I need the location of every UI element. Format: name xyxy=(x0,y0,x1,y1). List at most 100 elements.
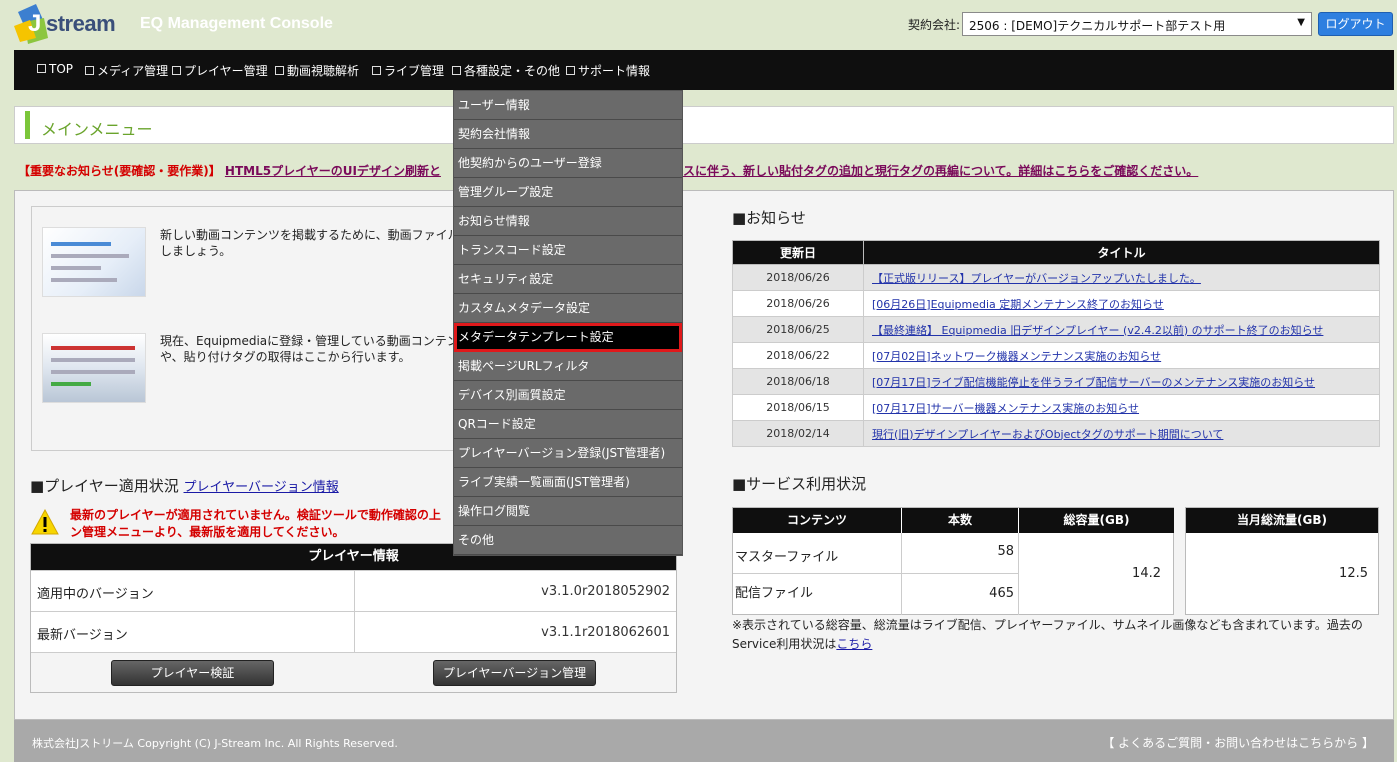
menu-item-custom-metadata[interactable]: カスタムメタデータ設定 xyxy=(454,294,682,323)
row-value: v3.1.1r2018062601 xyxy=(541,625,670,640)
menu-item-player-version-register[interactable]: プレイヤーバージョン登録(JST管理者) xyxy=(454,439,682,468)
nav-label: 各種設定・その他 xyxy=(464,64,561,78)
nav-label: メディア管理 xyxy=(97,64,169,78)
news-title-cell: [07月17日]サーバー機器メンテナンス実施のお知らせ xyxy=(863,394,1380,421)
logo-text: stream xyxy=(46,11,116,36)
media-text-1: 現在、Equipmediaに登録・管理している動画コンテンツ xyxy=(160,334,471,348)
main-menu-title: メインメニュー xyxy=(41,120,153,139)
news-title-cell: 現行(旧)デザインプレイヤーおよびObjectタグのサポート期間について xyxy=(863,420,1380,447)
nav-top[interactable]: TOP xyxy=(37,62,73,76)
menu-item-company-info[interactable]: 契約会社情報 xyxy=(454,120,682,149)
news-title: ■お知らせ xyxy=(732,209,806,227)
news-date: 2018/06/25 xyxy=(732,316,864,343)
service-usage-title: ■サービス利用状況 xyxy=(732,475,867,493)
row-value: v3.1.0r2018052902 xyxy=(541,584,670,599)
menu-item-device-quality[interactable]: デバイス別画質設定 xyxy=(454,381,682,410)
svc-col-count: 本数 xyxy=(902,508,1018,533)
faq-link[interactable]: 【 よくあるご質問・お問い合わせはこちらから 】 xyxy=(1102,734,1374,751)
nav-support[interactable]: サポート情報 xyxy=(566,62,650,79)
news-link[interactable]: [06月26日]Equipmedia 定期メンテナンス終了のお知らせ xyxy=(872,298,1164,311)
player-status-heading: ■プレイヤー適用状況 xyxy=(30,477,179,495)
news-title-cell: [07月17日]ライブ配信機能停止を伴うライブ配信サーバーのメンテナンス実施のお… xyxy=(863,368,1380,395)
news-row: 2018/06/25 【最終連絡】 Equipmedia 旧デザインプレイヤー (… xyxy=(732,316,1380,343)
menu-item-qr-code[interactable]: QRコード設定 xyxy=(454,410,682,439)
menu-item-external-user[interactable]: 他契約からのユーザー登録 xyxy=(454,149,682,178)
player-version-link[interactable]: プレイヤーバージョン情報 xyxy=(184,480,339,495)
content-area: 新しい動画コンテンツを掲載するために、動画ファイル しましょう。 現在、Equi… xyxy=(14,190,1394,720)
upload-text-1: 新しい動画コンテンツを掲載するために、動画ファイル xyxy=(160,228,460,242)
nav-live[interactable]: ライブ管理 xyxy=(372,62,444,79)
logo-letter: J xyxy=(28,10,42,37)
console-title: EQ Management Console xyxy=(140,15,333,32)
delivery-file-label: 配信ファイル xyxy=(735,586,814,601)
checkbox-icon xyxy=(37,64,46,73)
checkbox-icon xyxy=(566,66,575,75)
cell-divider xyxy=(354,571,355,612)
menu-item-other[interactable]: その他 xyxy=(454,526,682,555)
nav-settings[interactable]: 各種設定・その他 xyxy=(452,62,560,79)
thumb-line xyxy=(51,242,111,246)
menu-item-notices[interactable]: お知らせ情報 xyxy=(454,207,682,236)
menu-item-transcode[interactable]: トランスコード設定 xyxy=(454,236,682,265)
monthly-gb-value: 12.5 xyxy=(1339,566,1368,581)
menu-item-user-info[interactable]: ユーザー情報 xyxy=(454,91,682,120)
news-header-row: 更新日 タイトル xyxy=(732,240,1380,265)
nav-label: プレイヤー管理 xyxy=(184,64,268,78)
nav-analytics[interactable]: 動画視聴解析 xyxy=(275,62,359,79)
cell-divider xyxy=(1018,533,1019,615)
svc-col-total: 総容量(GB) xyxy=(1019,508,1174,533)
media-manage-thumbnail[interactable] xyxy=(42,333,146,403)
table-row: 最新バージョン v3.1.1r2018062601 xyxy=(31,611,676,653)
news-title-cell: [07月02日]ネットワーク機器メンテナンス実施のお知らせ xyxy=(863,342,1380,369)
player-version-manage-button[interactable]: プレイヤーバージョン管理 xyxy=(433,660,596,686)
checkbox-icon xyxy=(172,66,181,75)
news-date: 2018/06/18 xyxy=(732,368,864,395)
chevron-down-icon: ▼ xyxy=(1297,17,1305,28)
accent-bar xyxy=(25,111,30,139)
delivery-file-count: 465 xyxy=(989,586,1014,601)
notice-link-end[interactable]: スに伴う、新しい貼付タグの追加と現行タグの再編について。詳細はこちらをご確認くだ… xyxy=(683,164,1198,178)
row-label: 適用中のバージョン xyxy=(37,587,154,602)
row-divider xyxy=(733,573,1018,574)
nav-player[interactable]: プレイヤー管理 xyxy=(172,62,268,79)
svc-col-monthly: 当月総流量(GB) xyxy=(1186,508,1378,533)
menu-item-security[interactable]: セキュリティ設定 xyxy=(454,265,682,294)
player-verify-button[interactable]: プレイヤー検証 xyxy=(111,660,274,686)
news-row: 2018/06/26 【正式版リリース】プレイヤーがバージョンアップいたしました。 xyxy=(732,264,1380,291)
news-title-cell: 【正式版リリース】プレイヤーがバージョンアップいたしました。 xyxy=(863,264,1380,291)
player-info-table: プレイヤー情報 適用中のバージョン v3.1.0r2018052902 最新バー… xyxy=(30,543,677,693)
media-text-2: や、貼り付けタグの取得はここから行います。 xyxy=(160,350,411,364)
news-date: 2018/06/22 xyxy=(732,342,864,369)
row-label: 最新バージョン xyxy=(37,628,128,643)
nav-media[interactable]: メディア管理 xyxy=(85,62,168,79)
upload-thumbnail[interactable] xyxy=(42,227,146,297)
news-link[interactable]: [07月02日]ネットワーク機器メンテナンス実施のお知らせ xyxy=(872,350,1161,363)
news-link[interactable]: [07月17日]サーバー機器メンテナンス実施のお知らせ xyxy=(872,402,1139,415)
notice-tag: 【重要なお知らせ(要確認・要作業)】 xyxy=(18,164,221,178)
checkbox-icon xyxy=(85,66,94,75)
service-history-link[interactable]: こちら xyxy=(836,637,872,651)
media-manage-description: 現在、Equipmediaに登録・管理している動画コンテンツ や、貼り付けタグの… xyxy=(160,333,471,365)
news-link[interactable]: [07月17日]ライブ配信機能停止を伴うライブ配信サーバーのメンテナンス実施のお… xyxy=(872,376,1315,389)
news-date: 2018/06/26 xyxy=(732,264,864,291)
news-link[interactable]: 【最終連絡】 Equipmedia 旧デザインプレイヤー (v2.4.2以前) … xyxy=(872,324,1323,337)
logout-button[interactable]: ログアウト xyxy=(1318,12,1393,36)
notice-link-start[interactable]: HTML5プレイヤーのUIデザイン刷新と xyxy=(225,164,441,178)
upload-description: 新しい動画コンテンツを掲載するために、動画ファイル しましょう。 xyxy=(160,227,460,259)
cell-divider xyxy=(901,533,902,615)
main-menu-heading: メインメニュー xyxy=(14,106,1394,144)
thumb-line xyxy=(51,266,101,270)
warning-line-2: ン管理メニューより、最新版を適用してください。 xyxy=(70,525,345,539)
news-title-cell: 【最終連絡】 Equipmedia 旧デザインプレイヤー (v2.4.2以前) … xyxy=(863,316,1380,343)
news-link[interactable]: 現行(旧)デザインプレイヤーおよびObjectタグのサポート期間について xyxy=(872,428,1223,441)
contract-select[interactable]: 2506 : [DEMO]テクニカルサポート部テスト用 ▼ xyxy=(962,12,1312,36)
menu-item-url-filter[interactable]: 掲載ページURLフィルタ xyxy=(454,352,682,381)
menu-item-operation-log[interactable]: 操作ログ閲覧 xyxy=(454,497,682,526)
menu-item-metadata-template[interactable]: メタデータテンプレート設定 xyxy=(454,323,682,352)
copyright: 株式会社Jストリーム Copyright (C) J-Stream Inc. A… xyxy=(32,737,398,750)
news-link[interactable]: 【正式版リリース】プレイヤーがバージョンアップいたしました。 xyxy=(872,272,1201,285)
menu-item-live-history[interactable]: ライブ実績一覧画面(JST管理者) xyxy=(454,468,682,497)
thumb-line xyxy=(51,346,135,350)
menu-item-group-settings[interactable]: 管理グループ設定 xyxy=(454,178,682,207)
jstream-logo[interactable]: J stream xyxy=(14,4,120,44)
